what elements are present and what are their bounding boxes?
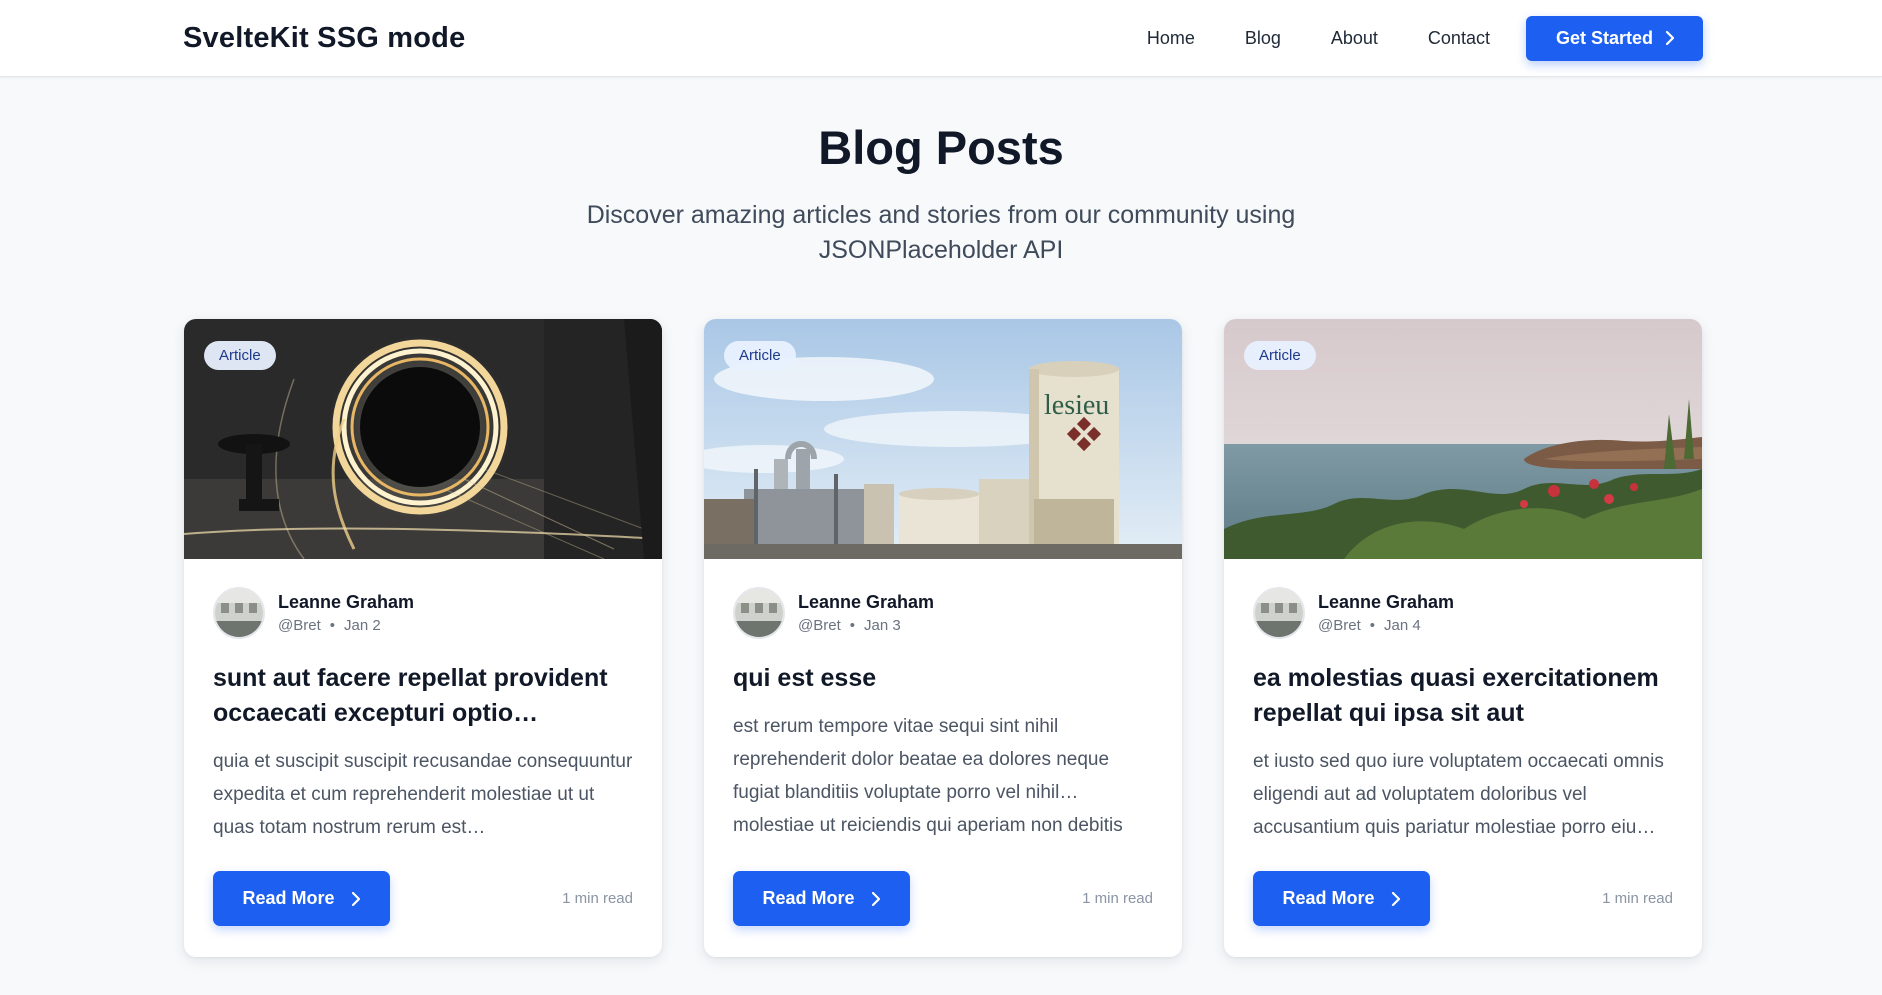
author-handle: @Bret — [798, 617, 841, 634]
post-title[interactable]: ea molestias quasi exercitationem repell… — [1253, 661, 1673, 731]
post-author: Leanne Graham @Bret • Jan 2 — [213, 587, 633, 639]
avatar — [213, 587, 265, 639]
avatar — [733, 587, 785, 639]
post-excerpt: est rerum tempore vitae sequi sint nihil… — [733, 716, 1123, 836]
post-date: Jan 4 — [1384, 617, 1421, 634]
post-image-industrial-plant[interactable]: lesieu Article — [704, 319, 1182, 559]
chevron-right-icon — [351, 891, 360, 906]
post-author: Leanne Graham @Bret • Jan 3 — [733, 587, 1153, 639]
author-meta: @Bret • Jan 3 — [798, 617, 934, 634]
top-nav-bar: SvelteKit SSG mode Home Blog About Conta… — [0, 0, 1882, 77]
author-meta: @Bret • Jan 4 — [1318, 617, 1454, 634]
meta-separator: • — [849, 617, 856, 634]
author-name[interactable]: Leanne Graham — [798, 592, 934, 613]
read-more-button[interactable]: Read More — [1253, 871, 1430, 926]
post-title[interactable]: sunt aut facere repellat provident occae… — [213, 661, 633, 731]
post-image-steel-wool[interactable]: Article — [184, 319, 662, 559]
get-started-label: Get Started — [1555, 27, 1653, 48]
post-tag: Article — [1244, 341, 1316, 370]
post-card: Article Leanne Graham @ — [184, 319, 662, 957]
author-name[interactable]: Leanne Graham — [1318, 592, 1454, 613]
page-title: Blog Posts — [818, 121, 1064, 174]
author-name[interactable]: Leanne Graham — [278, 592, 414, 613]
read-more-label: Read More — [242, 888, 335, 908]
read-more-button[interactable]: Read More — [733, 871, 910, 926]
post-tag: Article — [204, 341, 276, 370]
read-time: 1 min read — [1082, 890, 1153, 907]
read-time: 1 min read — [1602, 890, 1673, 907]
nav-link-blog[interactable]: Blog — [1245, 28, 1281, 49]
post-card-body: Leanne Graham @Bret • Jan 2 sunt aut facer… — [184, 559, 662, 844]
post-card: lesieu Article Leanne Graham @Bret • Jan… — [704, 319, 1182, 957]
post-card-footer: Read More 1 min read — [213, 871, 633, 926]
chevron-right-icon — [871, 891, 880, 906]
chevron-right-icon — [1665, 30, 1675, 46]
author-info: Leanne Graham @Bret • Jan 3 — [798, 592, 934, 634]
main-nav: Home Blog About Contact Get Started — [1147, 15, 1703, 61]
post-card: Article Leanne Graham @ — [1224, 319, 1702, 957]
page-subtitle: Discover amazing articles and stories fr… — [586, 201, 1296, 264]
post-tag: Article — [724, 341, 796, 370]
read-more-button[interactable]: Read More — [213, 871, 390, 926]
post-card-footer: Read More 1 min read — [733, 871, 1153, 926]
meta-separator: • — [329, 617, 336, 634]
post-excerpt: et iusto sed quo iure voluptatem occaeca… — [1253, 751, 1664, 838]
post-date: Jan 3 — [864, 617, 901, 634]
avatar — [1253, 587, 1305, 639]
tank-logo-text: lesieu — [1044, 390, 1109, 421]
post-grid: Article Leanne Graham @Bret • Jan 2 sunt… — [184, 319, 1702, 957]
author-handle: @Bret — [278, 617, 321, 634]
site-brand[interactable]: SvelteKit SSG mode — [183, 22, 465, 55]
author-meta: @Bret • Jan 2 — [278, 617, 414, 634]
get-started-button[interactable]: Get Started — [1525, 15, 1703, 61]
post-card-body: Leanne Graham @Bret • Jan 4 ea molestias q… — [1224, 559, 1702, 844]
read-time: 1 min read — [562, 890, 633, 907]
post-card-footer: Read More 1 min read — [1253, 871, 1673, 926]
post-image-coastline[interactable]: Article — [1224, 319, 1702, 559]
nav-link-about[interactable]: About — [1331, 28, 1378, 49]
hero-section: Blog Posts Discover amazing articles and… — [0, 77, 1882, 268]
nav-link-home[interactable]: Home — [1147, 28, 1195, 49]
author-handle: @Bret — [1318, 617, 1361, 634]
post-title[interactable]: qui est esse — [733, 661, 1153, 696]
nav-link-contact[interactable]: Contact — [1428, 28, 1490, 49]
post-date: Jan 2 — [344, 617, 381, 634]
read-more-label: Read More — [1282, 888, 1375, 908]
post-author: Leanne Graham @Bret • Jan 4 — [1253, 587, 1673, 639]
meta-separator: • — [1369, 617, 1376, 634]
author-info: Leanne Graham @Bret • Jan 4 — [1318, 592, 1454, 634]
post-excerpt: quia et suscipit suscipit recusandae con… — [213, 751, 633, 838]
chevron-right-icon — [1391, 891, 1400, 906]
post-card-body: Leanne Graham @Bret • Jan 3 qui est esse e… — [704, 559, 1182, 842]
author-info: Leanne Graham @Bret • Jan 2 — [278, 592, 414, 634]
read-more-label: Read More — [762, 888, 855, 908]
